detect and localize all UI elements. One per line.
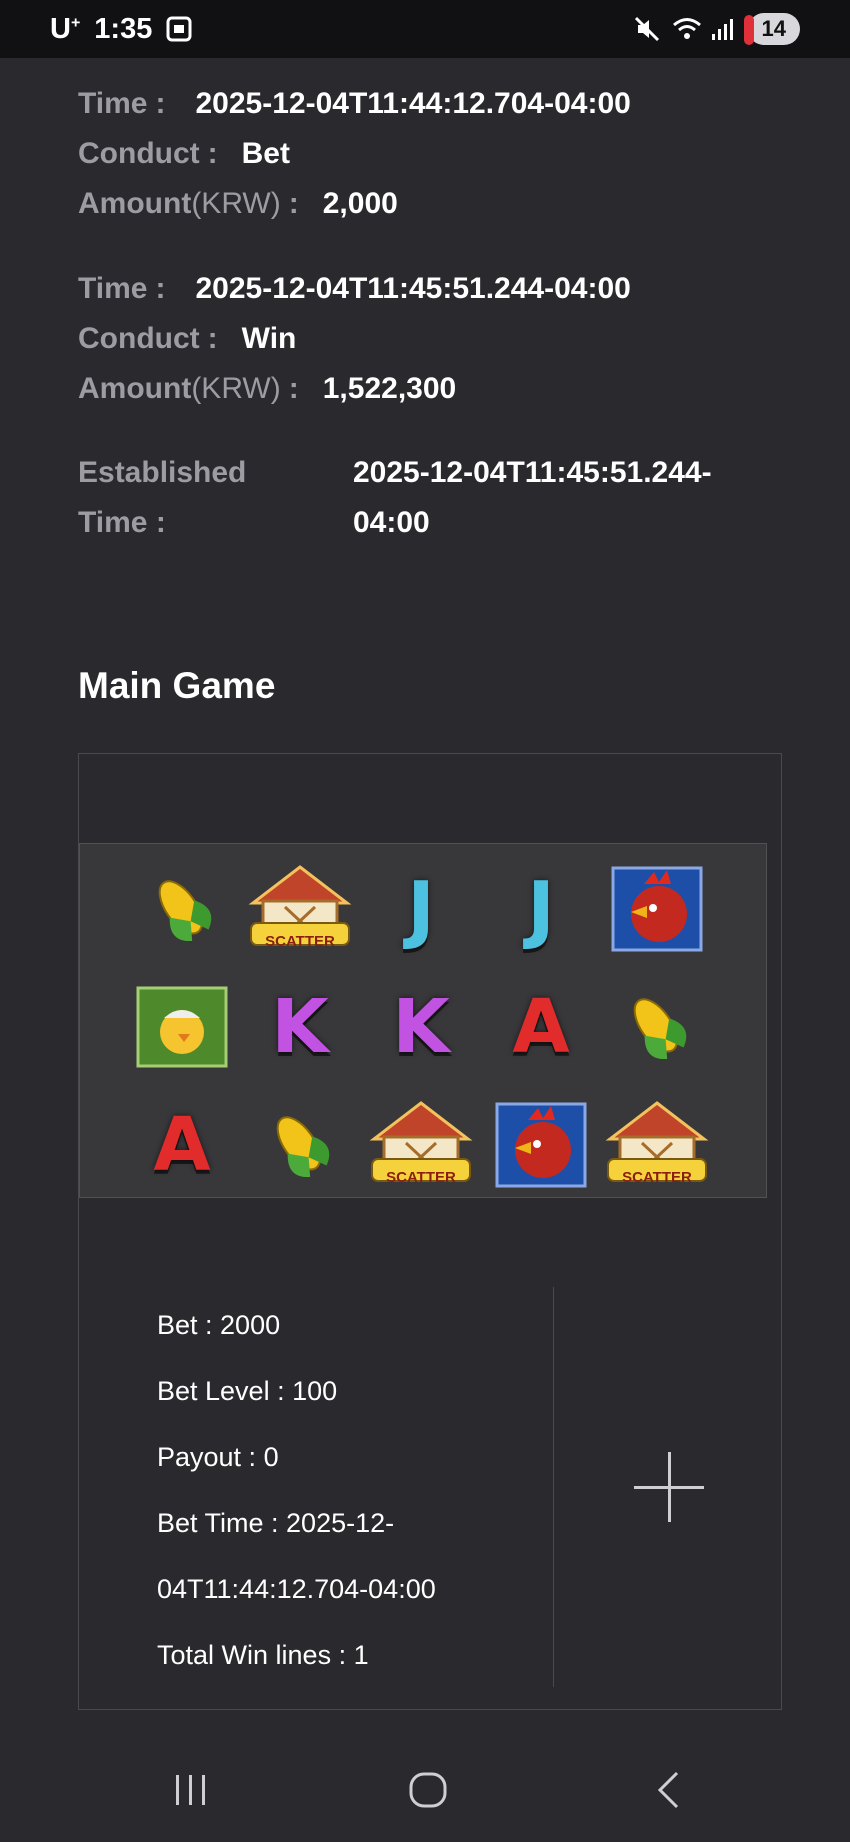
conduct-label: Conduct bbox=[78, 322, 200, 355]
recent-apps-icon[interactable] bbox=[161, 1760, 221, 1820]
amount-value: 2,000 bbox=[322, 187, 398, 220]
bet-stats: Bet : 2000 Bet Level : 100 Payout : 0 Be… bbox=[157, 1292, 436, 1688]
bet-time-line2: 04T11:44:12.704-04:00 bbox=[157, 1574, 436, 1604]
carrier-label: U+ bbox=[50, 12, 81, 45]
status-bar: U+ 1:35 14 bbox=[0, 0, 850, 58]
conduct-value: Bet bbox=[241, 137, 290, 170]
navigation-bar bbox=[0, 1740, 850, 1842]
symbol-a: A bbox=[512, 984, 570, 1070]
scatter-barn-icon: SCATTER bbox=[361, 1090, 481, 1200]
established-value: 2025-12-04T11:45:51.244- 04:00 bbox=[353, 456, 712, 539]
stats-divider bbox=[553, 1287, 554, 1687]
time-value: 2025-12-04T11:45:51.244-04:00 bbox=[195, 272, 631, 305]
scatter-label: SCATTER bbox=[265, 933, 335, 950]
corn-icon bbox=[240, 1090, 360, 1200]
bet-time-line1: Bet Time : 2025-12- bbox=[157, 1508, 395, 1538]
time-label: Time bbox=[78, 87, 148, 120]
time-row: Time: 2025-12-04T11:44:12.704-04:00 bbox=[78, 79, 631, 129]
rooster-icon bbox=[481, 1090, 601, 1200]
back-icon[interactable] bbox=[638, 1760, 698, 1820]
chick-icon bbox=[122, 972, 242, 1082]
transaction-bet: Time: 2025-12-04T11:44:12.704-04:00 Cond… bbox=[78, 79, 631, 229]
scatter-label: SCATTER bbox=[622, 1169, 692, 1186]
payout: Payout : 0 bbox=[157, 1442, 279, 1472]
symbol-k: K bbox=[392, 984, 450, 1070]
mute-icon bbox=[634, 16, 660, 42]
conduct-row: Conduct: Win bbox=[78, 314, 631, 364]
symbol-a: A bbox=[153, 1102, 211, 1188]
transaction-win: Time: 2025-12-04T11:45:51.244-04:00 Cond… bbox=[78, 264, 631, 414]
amount-row: Amount(KRW): 1,522,300 bbox=[78, 364, 631, 414]
conduct-row: Conduct: Bet bbox=[78, 129, 631, 179]
rooster-icon bbox=[597, 854, 717, 964]
main-game-card: SCATTER J J K K A A SCATTER SCATTER Bet : 2000 B… bbox=[78, 753, 782, 1710]
symbol-k: K bbox=[271, 984, 329, 1070]
bet-amount: Bet : 2000 bbox=[157, 1310, 281, 1340]
amount-label: Amount(KRW) bbox=[78, 187, 281, 220]
status-time: 1:35 bbox=[94, 12, 153, 45]
wifi-icon bbox=[672, 16, 701, 42]
conduct-value: Win bbox=[241, 322, 297, 355]
time-label: Time bbox=[78, 272, 148, 305]
amount-value: 1,522,300 bbox=[322, 372, 457, 405]
established-label: Established Time : bbox=[78, 456, 247, 539]
bet-level: Bet Level : 100 bbox=[157, 1376, 338, 1406]
corn-icon bbox=[597, 972, 717, 1082]
amount-label: Amount(KRW) bbox=[78, 372, 281, 405]
total-win-lines: Total Win lines : 1 bbox=[157, 1640, 369, 1670]
home-icon[interactable] bbox=[398, 1760, 458, 1820]
scatter-barn-icon: SCATTER bbox=[597, 1090, 717, 1200]
expand-plus-icon[interactable] bbox=[634, 1452, 704, 1522]
amount-row: Amount(KRW): 2,000 bbox=[78, 179, 631, 229]
scatter-label: SCATTER bbox=[386, 1169, 456, 1186]
symbol-j: J bbox=[527, 866, 555, 952]
notification-count-badge: 14 bbox=[743, 13, 800, 45]
signal-icon bbox=[710, 16, 736, 42]
reel-grid: SCATTER J J K K A A SCATTER SCATTER bbox=[79, 843, 767, 1198]
corn-icon bbox=[122, 854, 242, 964]
time-value: 2025-12-04T11:44:12.704-04:00 bbox=[195, 87, 631, 120]
time-row: Time: 2025-12-04T11:45:51.244-04:00 bbox=[78, 264, 631, 314]
scatter-barn-icon: SCATTER bbox=[240, 854, 360, 964]
section-title: Main Game bbox=[78, 665, 276, 706]
conduct-label: Conduct bbox=[78, 137, 200, 170]
symbol-j: J bbox=[407, 866, 435, 952]
screenshot-icon bbox=[166, 16, 192, 42]
